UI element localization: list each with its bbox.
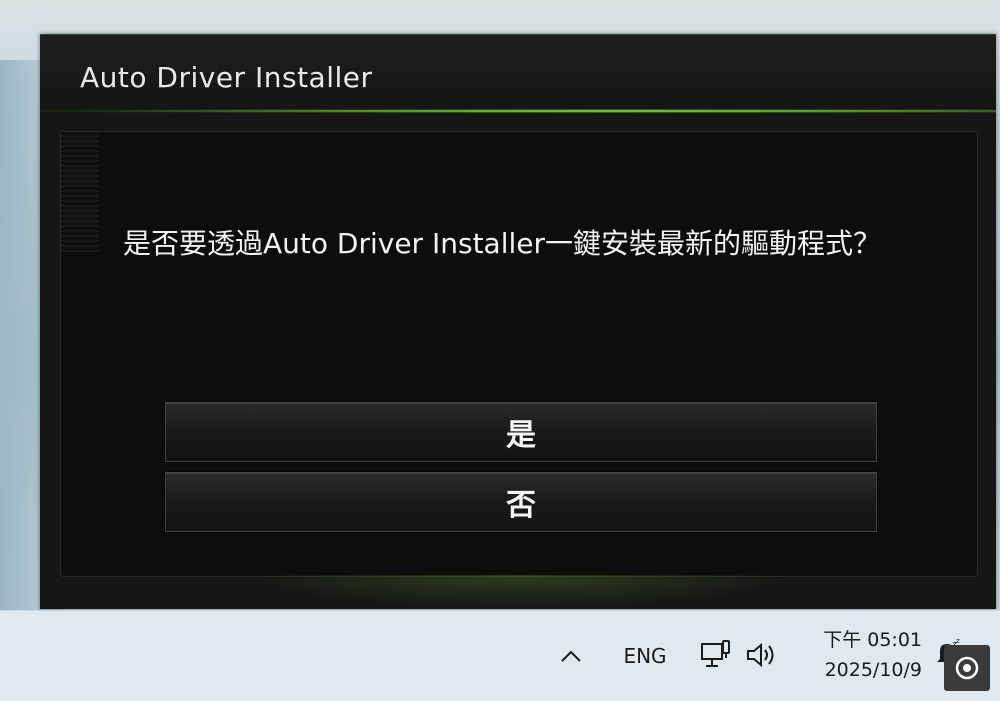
volume-icon[interactable] (744, 637, 780, 673)
accent-glow-line (40, 109, 996, 113)
prompt-message: 是否要透過Auto Driver Installer一鍵安裝最新的驅動程式？ (123, 227, 881, 260)
clock-time: 下午 05:01 (823, 629, 922, 651)
panel-decoration (61, 132, 99, 252)
taskbar: ENG 下午 05:01 2025/10/9 z z (0, 610, 1000, 701)
no-button[interactable]: 否 (165, 472, 877, 532)
yes-button[interactable]: 是 (165, 402, 877, 462)
svg-text:z: z (956, 637, 960, 645)
network-icon[interactable] (698, 637, 734, 673)
bottom-glow (240, 575, 796, 609)
window-title: Auto Driver Installer (80, 61, 373, 94)
installer-window: Auto Driver Installer 是否要透過Auto Driver I… (40, 34, 996, 609)
focus-target-icon[interactable] (944, 645, 990, 691)
clock-date: 2025/10/9 (824, 659, 922, 681)
chevron-up-icon[interactable] (556, 641, 586, 671)
language-indicator[interactable]: ENG (618, 641, 672, 671)
dialog-panel: 是否要透過Auto Driver Installer一鍵安裝最新的驅動程式？ 是… (60, 131, 978, 577)
system-clock[interactable]: 下午 05:01 2025/10/9 (804, 625, 922, 685)
window-titlebar[interactable]: Auto Driver Installer (40, 35, 996, 111)
